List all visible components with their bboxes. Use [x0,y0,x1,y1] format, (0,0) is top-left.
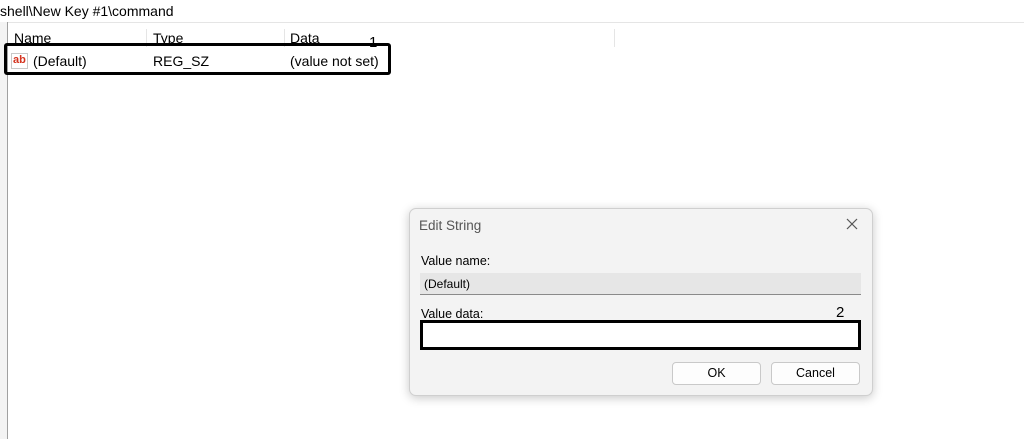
ok-button[interactable]: OK [672,362,761,385]
annotation-marker-1: 1 [369,34,378,51]
value-data-label: Value data: [421,307,484,321]
column-separator[interactable] [614,29,615,47]
cancel-button[interactable]: Cancel [771,362,860,385]
value-name-field: (Default) [420,273,861,295]
dialog-title: Edit String [419,218,482,233]
annotation-box-1 [4,43,391,75]
value-name-label: Value name: [421,254,491,268]
value-data-input[interactable] [420,320,861,350]
address-path[interactable]: shell\New Key #1\command [0,0,1024,22]
edit-string-dialog: Edit String Value name: (Default) Value … [409,208,873,396]
close-icon[interactable] [842,214,862,234]
annotation-marker-2: 2 [836,304,845,321]
tree-pane-splitter[interactable] [0,22,8,439]
